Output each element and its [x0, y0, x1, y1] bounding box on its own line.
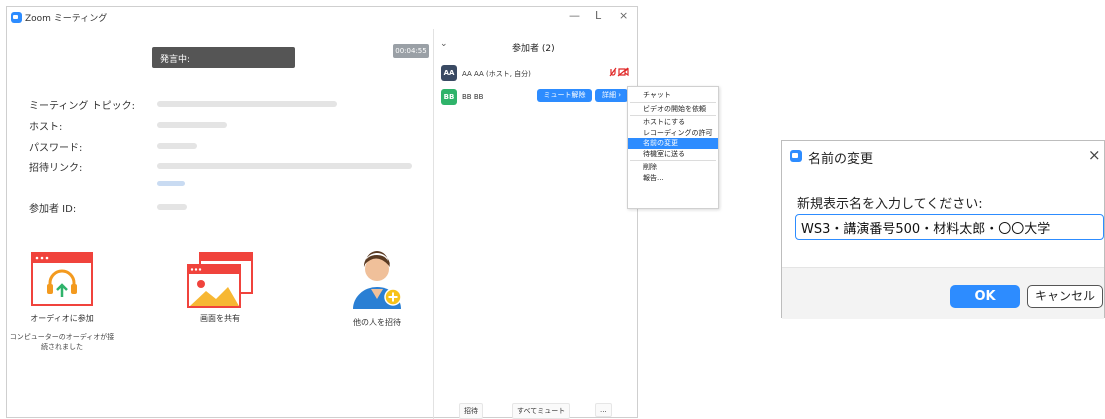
zoom-logo-icon — [11, 12, 22, 23]
join-audio-action[interactable]: オーディオに参加 コンピューターのオーディオが接 続されました — [7, 251, 117, 352]
invite-link-value-blurred[interactable] — [157, 163, 412, 169]
invite-others-label: 他の人を招待 — [353, 318, 401, 327]
zoom-camera-icon — [790, 150, 802, 162]
more-button[interactable]: 詳細 › — [595, 89, 628, 102]
close-button[interactable]: × — [619, 9, 628, 22]
rename-dialog: 名前の変更 × 新規表示名を入力してください: WS3・講演番号500・材料太郎… — [781, 140, 1105, 319]
password-value-blurred — [157, 143, 197, 149]
title-bar: Zoom ミーティング — L × — [7, 7, 637, 29]
menu-separator — [630, 115, 716, 116]
zoom-meeting-window: Zoom ミーティング — L × 発言中: 00:04:55 ミーティング ト… — [6, 6, 638, 419]
collapse-chevron-icon[interactable]: ⌄ — [440, 39, 448, 49]
share-screen-action[interactable]: 画面を共有 — [175, 251, 265, 324]
menu-item-chat[interactable]: チャット — [628, 90, 718, 101]
join-audio-label: オーディオに参加 — [30, 314, 94, 323]
invite-link-label: 招待リンク: — [29, 163, 83, 174]
invite-button[interactable]: 招待 — [459, 403, 483, 419]
copy-url-link-blurred[interactable] — [157, 181, 185, 186]
more-options-button[interactable]: ... — [595, 403, 612, 417]
ok-button[interactable]: OK — [950, 285, 1020, 308]
panel-divider — [433, 29, 434, 419]
avatar: BB — [441, 89, 457, 105]
dialog-prompt: 新規表示名を入力してください: — [797, 197, 983, 212]
menu-item-remove[interactable]: 削除 — [628, 162, 718, 173]
minimize-button[interactable]: — — [569, 9, 580, 22]
participants-title: 参加者 (2) — [512, 44, 555, 54]
host-label: ホスト: — [29, 122, 63, 133]
invite-others-action[interactable]: 他の人を招待 — [337, 247, 417, 328]
dialog-close-icon[interactable]: × — [1088, 146, 1101, 164]
host-value-blurred — [157, 122, 227, 128]
menu-item-allow-record[interactable]: レコーディングの許可 — [628, 128, 718, 139]
dialog-title: 名前の変更 — [808, 152, 874, 167]
display-name-input[interactable]: WS3・講演番号500・材料太郎・〇〇大学 — [795, 214, 1104, 240]
menu-item-make-host[interactable]: ホストにする — [628, 117, 718, 128]
menu-separator — [630, 101, 716, 103]
dialog-header: 名前の変更 × — [782, 141, 1104, 171]
share-screen-label: 画面を共有 — [200, 314, 240, 323]
participant-row[interactable]: AA AA AA (ホスト, 自分) — [441, 65, 631, 83]
participant-name: AA AA (ホスト, 自分) — [462, 70, 531, 78]
topic-label: ミーティング トピック: — [29, 101, 135, 112]
audio-status-line1: コンピューターのオーディオが接 — [9, 333, 115, 341]
cancel-button[interactable]: キャンセル — [1027, 285, 1103, 308]
menu-item-report[interactable]: 報告... — [628, 173, 718, 184]
invite-person-icon — [353, 251, 402, 309]
meeting-timer: 00:04:55 — [393, 44, 429, 58]
participant-id-label: 参加者 ID: — [29, 204, 77, 215]
menu-separator — [630, 160, 716, 161]
participant-row[interactable]: BB BB BB ミュート解除 詳細 › — [441, 89, 631, 107]
menu-item-waiting-room[interactable]: 待機室に送る — [628, 149, 718, 160]
audio-status-line2: 続されました — [41, 343, 83, 351]
participant-context-menu: チャット ビデオの開始を依頼 ホストにする レコーディングの許可 名前の変更 待… — [627, 86, 719, 209]
speaking-indicator: 発言中: — [152, 47, 295, 68]
restore-button[interactable]: L — [595, 9, 601, 22]
muted-video-audio-icon — [608, 66, 630, 81]
mute-all-button[interactable]: すべてミュート — [512, 403, 571, 419]
dialog-footer: OK キャンセル — [782, 267, 1104, 319]
share-screen-icon — [187, 252, 253, 308]
participant-name: BB BB — [462, 93, 484, 101]
unmute-button[interactable]: ミュート解除 — [537, 89, 592, 102]
password-label: パスワード: — [29, 143, 83, 154]
topic-value-blurred — [157, 101, 337, 107]
audio-status-text: コンピューターのオーディオが接 続されました — [7, 332, 117, 352]
menu-item-rename[interactable]: 名前の変更 — [628, 138, 718, 149]
headphone-icon — [31, 252, 93, 306]
menu-item-ask-video[interactable]: ビデオの開始を依頼 — [628, 104, 718, 115]
avatar: AA — [441, 65, 457, 81]
window-title: Zoom ミーティング — [25, 14, 108, 24]
mic-video-off-icon — [609, 67, 629, 77]
participant-id-value-blurred — [157, 204, 187, 210]
